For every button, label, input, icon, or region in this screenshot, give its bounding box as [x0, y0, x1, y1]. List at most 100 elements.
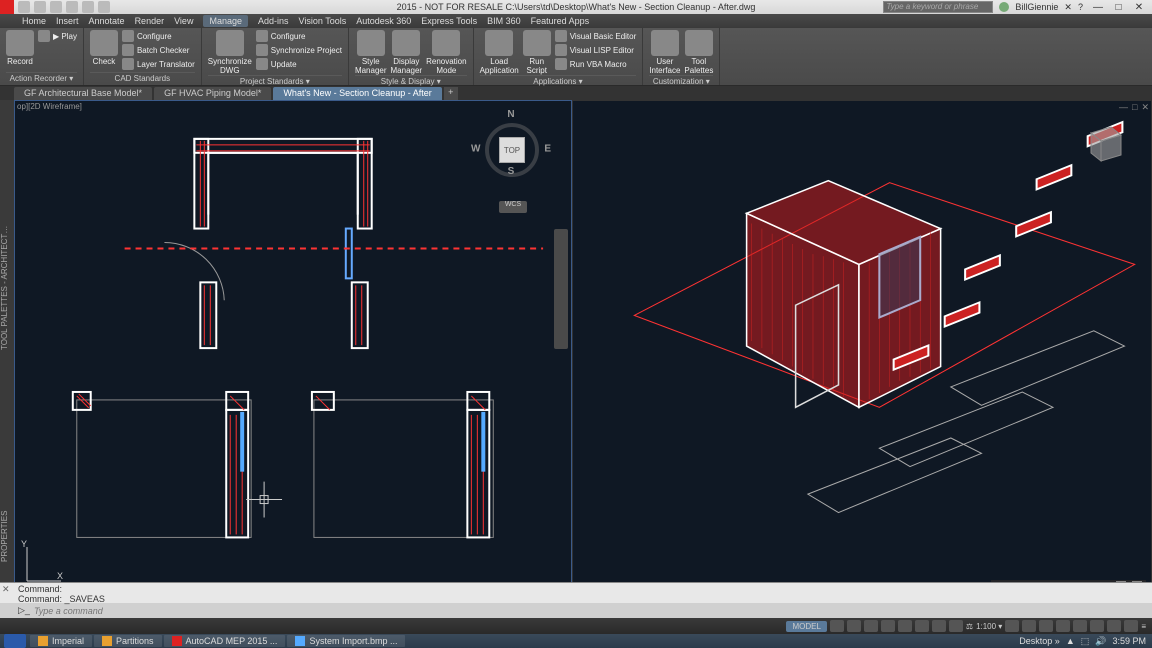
menu-autodesk-360[interactable]: Autodesk 360: [356, 16, 411, 26]
maximize-button[interactable]: □: [1109, 2, 1127, 13]
new-tab-button[interactable]: +: [444, 87, 458, 100]
tray-clock[interactable]: 3:59 PM: [1112, 636, 1146, 646]
anno-scale-icon[interactable]: ⚖: [966, 622, 973, 631]
osnap-icon[interactable]: [898, 620, 912, 632]
isolate-icon[interactable]: [1107, 620, 1121, 632]
user-name[interactable]: BillGiennie: [1015, 2, 1058, 12]
run-script-button[interactable]: Run Script: [523, 30, 551, 75]
command-line[interactable]: ▷_: [0, 603, 1152, 618]
command-input[interactable]: [34, 606, 1134, 616]
panel-label[interactable]: Action Recorder ▾: [6, 72, 77, 83]
configure-button[interactable]: Configure: [256, 30, 342, 42]
reno-button[interactable]: Renovation Mode: [426, 30, 466, 75]
menu-featured-apps[interactable]: Featured Apps: [531, 16, 590, 26]
menu-home[interactable]: Home: [22, 16, 46, 26]
syncp-button[interactable]: Synchronize Project: [256, 44, 342, 56]
palettes-button[interactable]: Tool Palettes: [684, 30, 713, 75]
play-button[interactable]: ▶ Play: [38, 30, 77, 42]
signin-icon[interactable]: [999, 2, 1009, 12]
vba-button[interactable]: Run VBA Macro: [555, 58, 637, 70]
configure-button[interactable]: Configure: [122, 30, 195, 42]
exchange-icon[interactable]: ✕: [1064, 2, 1072, 13]
file-tab[interactable]: What's New - Section Cleanup - After: [273, 87, 441, 100]
workspace-icon[interactable]: [1022, 620, 1036, 632]
record-button[interactable]: Record: [6, 30, 34, 66]
help-icon[interactable]: ?: [1078, 2, 1083, 12]
units-icon[interactable]: [1056, 620, 1070, 632]
update-button[interactable]: Update: [256, 58, 342, 70]
clean-icon[interactable]: [1124, 620, 1138, 632]
tray-icon[interactable]: ▲: [1066, 636, 1075, 646]
app-logo[interactable]: [0, 0, 14, 14]
close-button[interactable]: ✕: [1130, 2, 1148, 13]
minimize-button[interactable]: —: [1089, 2, 1107, 13]
style-mgr-button[interactable]: Style Manager: [355, 30, 387, 75]
compass-e[interactable]: E: [544, 144, 551, 155]
quickprops-icon[interactable]: [1073, 620, 1087, 632]
anno-mon-icon[interactable]: [1039, 620, 1053, 632]
qat-open-icon[interactable]: [34, 1, 46, 13]
qat-new-icon[interactable]: [18, 1, 30, 13]
taskbar-task[interactable]: Imperial: [30, 635, 92, 647]
batch-button[interactable]: Batch Checker: [122, 44, 195, 56]
grid-icon[interactable]: [830, 620, 844, 632]
vle-button[interactable]: Visual LISP Editor: [555, 44, 637, 56]
load-app-button[interactable]: Load Application: [480, 30, 519, 75]
compass-w[interactable]: W: [471, 144, 480, 155]
menu-view[interactable]: View: [174, 16, 193, 26]
lweight-icon[interactable]: [932, 620, 946, 632]
properties-panel[interactable]: PROPERTIES: [0, 476, 14, 596]
polar-icon[interactable]: [881, 620, 895, 632]
start-button[interactable]: [4, 634, 26, 648]
disp-mgr-button[interactable]: Display Manager: [391, 30, 423, 75]
vbe-button[interactable]: Visual Basic Editor: [555, 30, 637, 42]
viewcube-3d[interactable]: [1081, 121, 1126, 166]
qat-save-icon[interactable]: [50, 1, 62, 13]
transparency-icon[interactable]: [949, 620, 963, 632]
panel-label[interactable]: Customization ▾: [649, 75, 713, 86]
menu-render[interactable]: Render: [135, 16, 165, 26]
panel-label[interactable]: Applications ▾: [480, 75, 637, 86]
check-button[interactable]: Check: [90, 30, 118, 66]
taskbar-task[interactable]: System Import.bmp ...: [287, 635, 405, 647]
viewcube[interactable]: N S E W TOP WCS: [471, 109, 551, 189]
snap-icon[interactable]: [847, 620, 861, 632]
zoom-scale[interactable]: 1:100 ▾: [976, 622, 1002, 631]
menu-insert[interactable]: Insert: [56, 16, 79, 26]
menu-add-ins[interactable]: Add-ins: [258, 16, 289, 26]
menu-bim-360[interactable]: BIM 360: [487, 16, 521, 26]
file-tab[interactable]: GF HVAC Piping Model*: [154, 87, 271, 100]
qat-print-icon[interactable]: [98, 1, 110, 13]
compass-s[interactable]: S: [508, 166, 515, 177]
layer-button[interactable]: Layer Translator: [122, 58, 195, 70]
sync-button[interactable]: Synchronize DWG: [208, 30, 252, 75]
tray-network-icon[interactable]: ⬚: [1081, 636, 1090, 647]
hardware-icon[interactable]: [1090, 620, 1104, 632]
menu-annotate[interactable]: Annotate: [89, 16, 125, 26]
qat-redo-icon[interactable]: [82, 1, 94, 13]
compass-n[interactable]: N: [507, 109, 514, 120]
viewport-2d[interactable]: op][2D Wireframe]: [14, 100, 572, 596]
viewport-3d[interactable]: —□✕: [572, 100, 1152, 596]
show-desktop[interactable]: Desktop »: [1019, 636, 1060, 646]
panel-label[interactable]: Style & Display ▾: [355, 75, 467, 86]
panel-label[interactable]: CAD Standards: [90, 72, 195, 83]
help-search-input[interactable]: Type a keyword or phrase: [883, 1, 993, 13]
ui-button[interactable]: User Interface: [649, 30, 680, 75]
menu-manage[interactable]: Manage: [203, 15, 248, 27]
wcs-label[interactable]: WCS: [499, 201, 527, 213]
taskbar-task[interactable]: AutoCAD MEP 2015 ...: [164, 635, 286, 647]
taskbar-task[interactable]: Partitions: [94, 635, 162, 647]
model-space-button[interactable]: MODEL: [786, 621, 826, 632]
qat-undo-icon[interactable]: [66, 1, 78, 13]
tray-volume-icon[interactable]: 🔊: [1095, 636, 1106, 647]
otrack-icon[interactable]: [915, 620, 929, 632]
panel-label[interactable]: Project Standards ▾: [208, 75, 342, 86]
gear-icon[interactable]: [1005, 620, 1019, 632]
ortho-icon[interactable]: [864, 620, 878, 632]
file-tab[interactable]: GF Architectural Base Model*: [14, 87, 152, 100]
cmd-close-icon[interactable]: ✕: [2, 584, 10, 595]
viewcube-face[interactable]: TOP: [499, 137, 525, 163]
menu-express-tools[interactable]: Express Tools: [421, 16, 477, 26]
navigation-bar[interactable]: [554, 229, 568, 349]
